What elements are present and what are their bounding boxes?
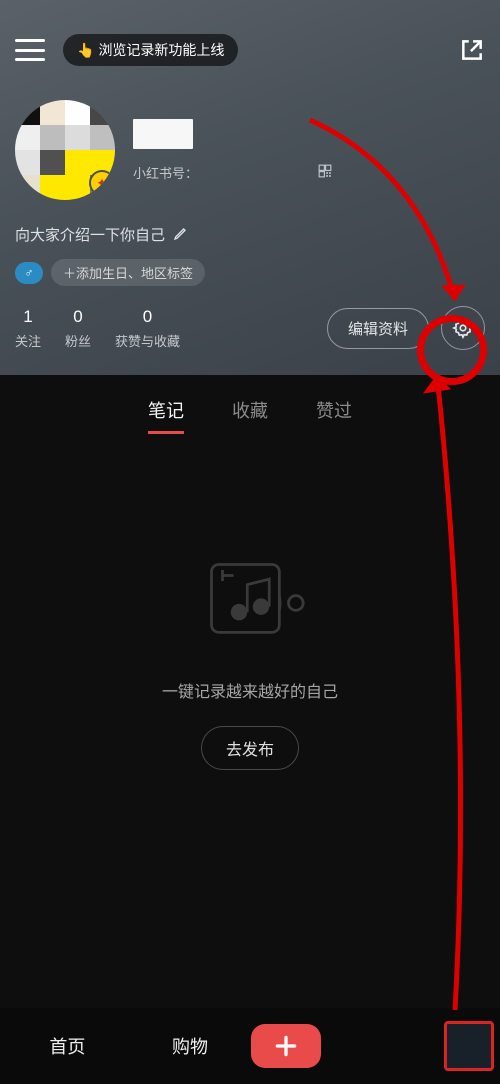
profile-row: ✦ 小红书号：: [15, 100, 485, 200]
edit-profile-button[interactable]: 编辑资料: [327, 308, 429, 349]
bio-row[interactable]: 向大家介绍一下你自己: [15, 224, 485, 245]
tab-likes[interactable]: 赞过: [316, 397, 352, 434]
bottom-nav: 首页 购物: [0, 1008, 500, 1084]
stat-likes[interactable]: 0 获赞与收藏: [115, 307, 180, 350]
music-note-icon: [195, 548, 305, 658]
menu-icon[interactable]: [15, 39, 45, 61]
content-sheet: 笔记 收藏 赞过 一键记录越来越好的自己 去发布: [0, 375, 500, 1084]
top-bar: 👆 浏览记录新功能上线: [15, 20, 485, 80]
nav-shop[interactable]: 购物: [129, 1033, 252, 1059]
nickname[interactable]: [133, 119, 193, 149]
pointer-icon: 👆: [77, 42, 94, 59]
bio-text: 向大家介绍一下你自己: [15, 224, 165, 245]
share-icon[interactable]: [459, 37, 485, 63]
stat-followers[interactable]: 0 粉丝: [65, 307, 91, 350]
tab-bar: 笔记 收藏 赞过: [0, 375, 500, 448]
nav-home[interactable]: 首页: [6, 1033, 129, 1059]
gender-chip[interactable]: ♂: [15, 262, 43, 284]
settings-button[interactable]: [441, 306, 485, 350]
avatar-tag-icon: ✦: [89, 170, 115, 196]
empty-text: 一键记录越来越好的自己: [0, 678, 500, 702]
nav-profile-thumb[interactable]: [444, 1021, 494, 1071]
app-id-label: 小红书号：: [133, 163, 485, 182]
edit-bio-icon[interactable]: [173, 225, 189, 245]
qr-icon[interactable]: [318, 164, 332, 181]
stat-following[interactable]: 1 关注: [15, 307, 41, 350]
avatar[interactable]: ✦: [15, 100, 115, 200]
add-tags-chip[interactable]: ＋添加生日、地区标签: [51, 259, 205, 286]
new-feature-badge[interactable]: 👆 浏览记录新功能上线: [63, 34, 238, 66]
publish-button[interactable]: 去发布: [201, 726, 299, 770]
stats-row: 1 关注 0 粉丝 0 获赞与收藏 编辑资料: [15, 306, 485, 350]
badge-text: 浏览记录新功能上线: [98, 40, 224, 60]
gear-icon: [452, 317, 474, 339]
empty-state: 一键记录越来越好的自己 去发布: [0, 548, 500, 770]
nav-add-button[interactable]: [251, 1024, 321, 1068]
profile-header: 👆 浏览记录新功能上线 ✦ 小红书号：: [0, 0, 500, 375]
tab-notes[interactable]: 笔记: [148, 397, 184, 434]
tab-collects[interactable]: 收藏: [232, 397, 268, 434]
